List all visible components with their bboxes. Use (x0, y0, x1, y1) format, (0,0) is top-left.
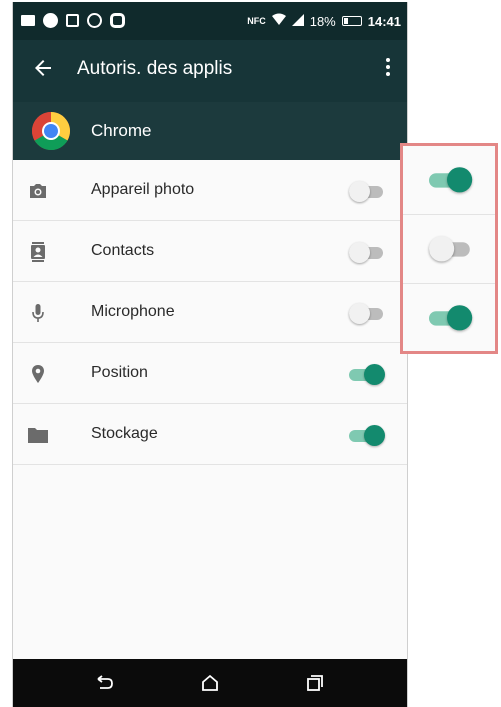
permission-label: Contacts (91, 242, 155, 259)
permission-toggle-contacts[interactable] (349, 241, 385, 263)
toggle-highlight-callout (400, 143, 498, 354)
recent-apps-nav-icon[interactable] (305, 673, 325, 693)
app-notification-icon (66, 14, 79, 27)
signal-icon (291, 13, 304, 29)
callout-cell (403, 284, 495, 352)
nfc-icon: NFC (247, 16, 266, 26)
app-notification-icon (87, 13, 102, 28)
app-notification-icon (110, 13, 125, 28)
app-name: Chrome (91, 121, 152, 140)
callout-cell (403, 146, 495, 215)
notification-icons (21, 13, 125, 28)
more-options-icon[interactable] (383, 56, 393, 80)
page-title: Autoris. des applis (77, 58, 233, 79)
permission-label: Microphone (91, 303, 175, 320)
back-arrow-icon[interactable] (31, 56, 55, 80)
toolbar: Autoris. des applis (13, 40, 407, 102)
contacts-icon (27, 241, 49, 263)
permission-label: Stockage (91, 425, 158, 442)
location-pin-icon (27, 363, 49, 385)
permission-row-storage[interactable]: Stockage (13, 404, 407, 465)
folder-icon (27, 424, 49, 446)
permission-list: Appareil photo Contacts Microphone Posit… (13, 160, 407, 465)
permission-toggle-storage[interactable] (349, 424, 385, 446)
wifi-icon (271, 13, 286, 29)
back-nav-icon[interactable] (95, 673, 115, 693)
permission-toggle-location[interactable] (349, 363, 385, 385)
home-nav-icon[interactable] (200, 673, 220, 693)
callout-toggle (429, 304, 473, 331)
clock: 14:41 (367, 13, 401, 29)
battery-percent: 18% (309, 13, 336, 29)
permission-label: Appareil photo (91, 181, 195, 198)
mail-icon (21, 15, 35, 26)
permission-row-microphone[interactable]: Microphone (13, 282, 407, 343)
callout-toggle (429, 166, 473, 193)
system-indicators: NFC 18% 14:41 (247, 13, 401, 29)
phone-screen: NFC 18% 14:41 Autoris. des applis Chrome… (12, 2, 408, 707)
callout-cell (403, 215, 495, 284)
microphone-icon (27, 302, 49, 324)
permission-row-camera[interactable]: Appareil photo (13, 160, 407, 221)
notification-dot-icon (43, 13, 58, 28)
permission-row-contacts[interactable]: Contacts (13, 221, 407, 282)
navigation-bar (13, 659, 407, 707)
permission-toggle-microphone[interactable] (349, 302, 385, 324)
permission-row-location[interactable]: Position (13, 343, 407, 404)
camera-icon (27, 180, 49, 202)
battery-icon (341, 16, 362, 26)
callout-toggle (429, 235, 472, 262)
app-header: Chrome (13, 102, 407, 160)
chrome-logo-icon (31, 111, 71, 151)
permission-toggle-camera[interactable] (349, 180, 385, 202)
permission-label: Position (91, 364, 148, 381)
status-bar: NFC 18% 14:41 (13, 2, 407, 40)
